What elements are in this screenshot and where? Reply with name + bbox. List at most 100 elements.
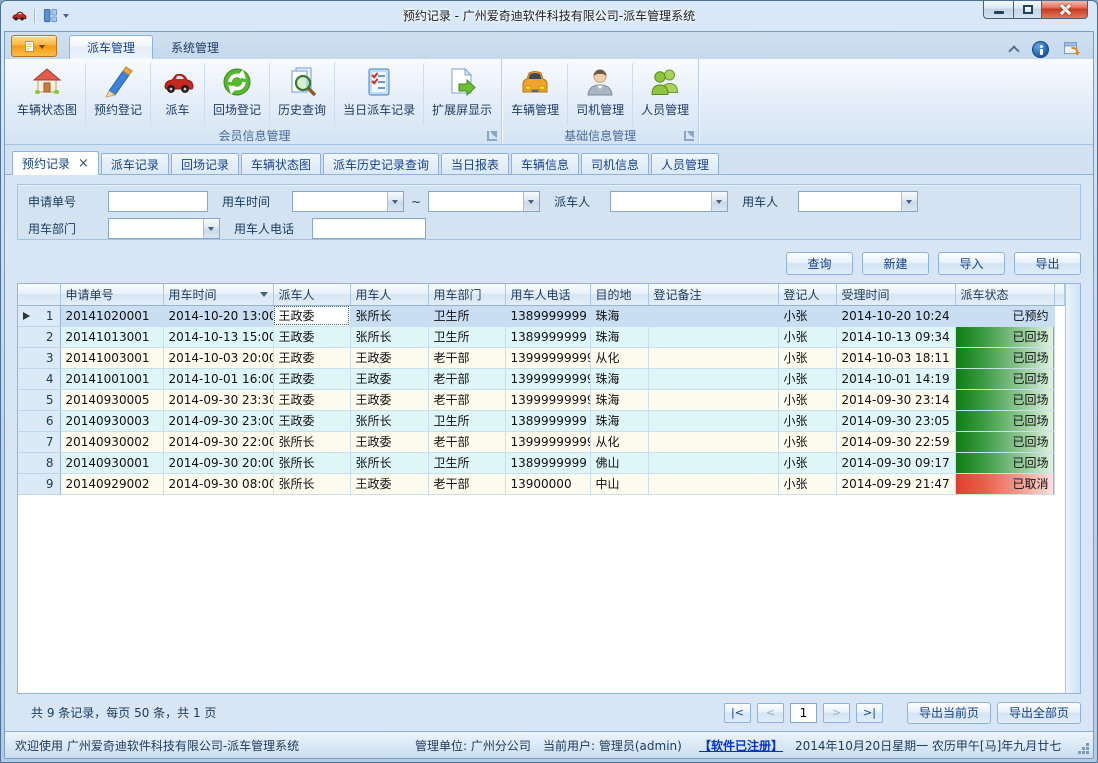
column-header-request-no[interactable]: 申请单号	[60, 284, 163, 305]
about-icon[interactable]	[1063, 39, 1081, 60]
cell-registrar[interactable]: 小张	[778, 389, 836, 410]
column-header-dispatch-status[interactable]: 派车状态	[955, 284, 1054, 305]
cell-use-time[interactable]: 2014-10-03 20:00	[163, 347, 273, 368]
cell-accept-time[interactable]: 2014-09-30 23:05	[836, 410, 955, 431]
vehicle-management-button[interactable]: 车辆管理	[503, 62, 567, 127]
row-indicator[interactable]: 9	[18, 473, 60, 494]
column-filter-arrow-icon[interactable]	[260, 292, 268, 301]
cell-register-note[interactable]	[648, 452, 778, 473]
cell-user[interactable]: 张所长	[350, 326, 428, 347]
info-icon[interactable]	[1032, 41, 1049, 58]
cell-register-note[interactable]	[648, 389, 778, 410]
user-phone-input[interactable]	[312, 218, 426, 239]
quick-access-layout-icon[interactable]	[40, 8, 60, 24]
column-header-register-note[interactable]: 登记备注	[648, 284, 778, 305]
cell-dispatcher[interactable]: 王政委	[273, 326, 350, 347]
doc-tab-vehicle-info[interactable]: 车辆信息	[511, 153, 579, 174]
last-page-button[interactable]: >|	[856, 703, 883, 723]
cell-department[interactable]: 卫生所	[428, 410, 505, 431]
cell-request-no[interactable]: 20141013001	[60, 326, 163, 347]
use-time-to-combo[interactable]	[428, 191, 540, 212]
personnel-management-button[interactable]: 人员管理	[632, 62, 697, 127]
cell-dispatcher[interactable]: 王政委	[273, 305, 350, 326]
cell-user-phone[interactable]: 1389999999	[505, 452, 590, 473]
doc-tab-dispatch-history-query[interactable]: 派车历史记录查询	[323, 153, 439, 174]
cell-registrar[interactable]: 小张	[778, 473, 836, 494]
table-row[interactable]: 7201409300022014-09-30 22:00张所长王政委老干部139…	[18, 431, 1065, 452]
today-dispatch-records-button[interactable]: 当日派车记录	[334, 62, 423, 127]
minimize-button[interactable]	[983, 0, 1013, 19]
cell-registrar[interactable]: 小张	[778, 452, 836, 473]
restore-button[interactable]	[1013, 0, 1042, 19]
cell-destination[interactable]: 珠海	[590, 368, 648, 389]
resize-grip-icon[interactable]	[1086, 751, 1089, 754]
cell-destination[interactable]: 从化	[590, 431, 648, 452]
cell-accept-time[interactable]: 2014-09-30 22:59	[836, 431, 955, 452]
table-row[interactable]: 2201410130012014-10-13 15:00王政委张所长卫生所138…	[18, 326, 1065, 347]
cell-register-note[interactable]	[648, 431, 778, 452]
cell-dispatch-status[interactable]: 已预约	[955, 305, 1054, 326]
dialog-launcher-icon[interactable]	[487, 131, 497, 141]
cell-dispatch-status[interactable]: 已回场	[955, 347, 1054, 368]
row-indicator[interactable]: 4	[18, 368, 60, 389]
cell-destination[interactable]: 珠海	[590, 389, 648, 410]
ribbon-tab-dispatch-management[interactable]: 派车管理	[69, 35, 153, 59]
dropdown-arrow-icon[interactable]	[523, 192, 539, 211]
import-button[interactable]: 导入	[938, 252, 1005, 275]
cell-dispatcher[interactable]: 王政委	[273, 347, 350, 368]
table-row[interactable]: 1201410200012014-10-20 13:00王政委张所长卫生所138…	[18, 305, 1065, 326]
doc-tab-reservation-records[interactable]: 预约记录×	[12, 151, 99, 175]
cell-use-time[interactable]: 2014-09-30 08:00	[163, 473, 273, 494]
cell-department[interactable]: 卫生所	[428, 326, 505, 347]
cell-destination[interactable]: 珠海	[590, 326, 648, 347]
cell-dispatcher[interactable]: 张所长	[273, 431, 350, 452]
cell-user-phone[interactable]: 1389999999	[505, 305, 590, 326]
cell-accept-time[interactable]: 2014-09-29 21:47	[836, 473, 955, 494]
cell-user[interactable]: 王政委	[350, 368, 428, 389]
dropdown-arrow-icon[interactable]	[387, 192, 403, 211]
cell-department[interactable]: 老干部	[428, 347, 505, 368]
column-header-accept-time[interactable]: 受理时间	[836, 284, 955, 305]
page-number-input[interactable]	[790, 703, 817, 723]
cell-request-no[interactable]: 20140930002	[60, 431, 163, 452]
cell-register-note[interactable]	[648, 347, 778, 368]
cell-use-time[interactable]: 2014-09-30 20:00	[163, 452, 273, 473]
cell-use-time[interactable]: 2014-10-01 16:00	[163, 368, 273, 389]
cell-accept-time[interactable]: 2014-09-30 23:14	[836, 389, 955, 410]
cell-request-no[interactable]: 20140930001	[60, 452, 163, 473]
doc-tab-personnel-management[interactable]: 人员管理	[651, 153, 719, 174]
dialog-launcher-icon[interactable]	[684, 131, 694, 141]
cell-destination[interactable]: 中山	[590, 473, 648, 494]
cell-dispatch-status[interactable]: 已取消	[955, 473, 1054, 494]
cell-destination[interactable]: 从化	[590, 347, 648, 368]
cell-accept-time[interactable]: 2014-10-03 18:11	[836, 347, 955, 368]
cell-use-time[interactable]: 2014-10-20 13:00	[163, 305, 273, 326]
table-row[interactable]: 9201409290022014-09-30 08:00张所长王政委老干部139…	[18, 473, 1065, 494]
cell-register-note[interactable]	[648, 326, 778, 347]
cell-accept-time[interactable]: 2014-09-30 09:17	[836, 452, 955, 473]
table-row[interactable]: 6201409300032014-09-30 23:00王政委张所长卫生所138…	[18, 410, 1065, 431]
cell-user-phone[interactable]: 13999999999	[505, 389, 590, 410]
cell-dispatch-status[interactable]: 已回场	[955, 368, 1054, 389]
query-button[interactable]: 查询	[786, 252, 853, 275]
cell-dispatcher[interactable]: 王政委	[273, 410, 350, 431]
cell-accept-time[interactable]: 2014-10-13 09:34	[836, 326, 955, 347]
cell-dispatch-status[interactable]: 已回场	[955, 389, 1054, 410]
use-time-from-combo[interactable]	[292, 191, 404, 212]
cell-user-phone[interactable]: 13900000	[505, 473, 590, 494]
app-menu-button[interactable]	[11, 35, 57, 57]
cell-dispatcher[interactable]: 张所长	[273, 473, 350, 494]
export-current-page-button[interactable]: 导出当前页	[907, 702, 991, 724]
reservation-register-button[interactable]: 预约登记	[85, 62, 150, 127]
cell-destination[interactable]: 珠海	[590, 410, 648, 431]
row-indicator[interactable]: 8	[18, 452, 60, 473]
dropdown-arrow-icon[interactable]	[711, 192, 727, 211]
cell-dispatcher[interactable]: 王政委	[273, 389, 350, 410]
cell-registrar[interactable]: 小张	[778, 347, 836, 368]
cell-use-time[interactable]: 2014-09-30 23:00	[163, 410, 273, 431]
cell-department[interactable]: 卫生所	[428, 452, 505, 473]
new-button[interactable]: 新建	[862, 252, 929, 275]
cell-request-no[interactable]: 20141020001	[60, 305, 163, 326]
next-page-button[interactable]: >	[823, 703, 850, 723]
cell-user[interactable]: 王政委	[350, 389, 428, 410]
